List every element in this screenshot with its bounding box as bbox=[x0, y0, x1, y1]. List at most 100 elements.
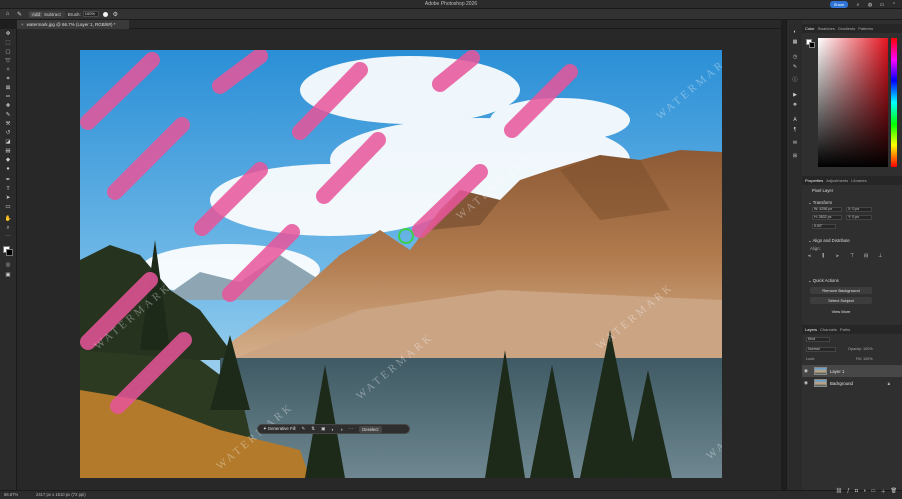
brush-size-field[interactable]: 100% bbox=[82, 11, 99, 17]
hue-slider[interactable] bbox=[891, 38, 897, 167]
layer-row[interactable]: ◉ Layer 1 bbox=[802, 365, 902, 377]
mask-icon[interactable]: ◘ bbox=[855, 488, 858, 496]
tab-gradients[interactable]: Gradients bbox=[838, 26, 855, 31]
fill-icon[interactable]: ◑ bbox=[340, 427, 343, 432]
brush-settings-icon[interactable]: ✎ bbox=[791, 64, 799, 71]
generative-fill-button[interactable]: ✦ Generative Fill bbox=[263, 426, 296, 432]
more-tools-icon[interactable]: ⋯ bbox=[3, 234, 13, 241]
width-field[interactable]: W: 4256 px bbox=[812, 207, 842, 212]
clone-stamp-tool-icon[interactable]: ⚒ bbox=[3, 121, 13, 128]
history-icon[interactable]: ◷ bbox=[791, 54, 799, 61]
align-distribute-label[interactable]: ⌄ Align and Distribute bbox=[808, 238, 850, 244]
libraries-icon[interactable]: ▦ bbox=[791, 39, 799, 46]
mode-subtract-button[interactable]: Subtract bbox=[42, 12, 63, 17]
tab-libraries[interactable]: Libraries bbox=[851, 178, 866, 183]
fill-control[interactable]: Fill: 100% bbox=[856, 357, 873, 361]
paragraph-icon[interactable]: ¶ bbox=[791, 127, 799, 134]
navigator-icon[interactable]: ⊞ bbox=[791, 153, 799, 160]
move-tool-icon[interactable]: ✥ bbox=[3, 31, 13, 38]
selection-mode-toggle[interactable]: Add Subtract bbox=[28, 10, 65, 18]
align-center-h-icon[interactable]: ⫼ bbox=[822, 253, 829, 259]
new-layer-icon[interactable]: ＋ bbox=[881, 488, 886, 496]
remove-background-button[interactable]: Remove Background bbox=[810, 287, 872, 294]
eyedropper-tool-icon[interactable]: ✑ bbox=[3, 94, 13, 101]
adjustment-icon[interactable]: ◑ bbox=[863, 488, 866, 496]
quick-actions-label[interactable]: ⌄ Quick Actions bbox=[808, 278, 839, 284]
tab-color[interactable]: Color bbox=[805, 26, 815, 31]
align-left-icon[interactable]: ⫷ bbox=[808, 253, 815, 259]
pen-tool-icon[interactable]: ✒ bbox=[3, 177, 13, 184]
path-select-tool-icon[interactable]: ➤ bbox=[3, 195, 13, 202]
gradient-tool-icon[interactable]: ▤ bbox=[3, 148, 13, 155]
y-field[interactable]: Y: 0 px bbox=[846, 215, 872, 220]
eraser-tool-icon[interactable]: ◪ bbox=[3, 139, 13, 146]
learn-icon[interactable]: ◐ bbox=[791, 29, 799, 36]
tab-properties[interactable]: Properties bbox=[805, 178, 823, 183]
deselect-button[interactable]: Deselect bbox=[359, 425, 382, 433]
tab-channels[interactable]: Channels bbox=[820, 327, 837, 332]
quick-mask-icon[interactable]: ◎ bbox=[3, 262, 13, 269]
canvas-area[interactable]: WATERMARK WATERMARK WATERMARK WATERMARK … bbox=[17, 29, 781, 490]
align-bottom-icon[interactable]: ⊥ bbox=[878, 253, 885, 259]
visibility-eye-icon[interactable]: ◉ bbox=[804, 368, 812, 374]
workspace-icon[interactable]: ▭ bbox=[878, 1, 886, 9]
home-icon[interactable]: ⌂ bbox=[3, 10, 12, 19]
document-tab[interactable]: × watermark.jpg @ 66.7% (Layer 1, RGB/8#)… bbox=[17, 20, 129, 29]
spot-heal-tool-icon[interactable]: ✚ bbox=[3, 103, 13, 110]
tab-layers[interactable]: Layers bbox=[805, 327, 817, 332]
dodge-tool-icon[interactable]: ● bbox=[3, 166, 13, 173]
zoom-tool-icon[interactable]: ⌕ bbox=[3, 225, 13, 232]
x-field[interactable]: X: 0 px bbox=[846, 207, 872, 212]
align-top-icon[interactable]: ⊤ bbox=[850, 253, 857, 259]
rectangle-tool-icon[interactable]: ▭ bbox=[3, 204, 13, 211]
layer-filter-kind[interactable]: Kind bbox=[806, 337, 830, 342]
marquee-tool-icon[interactable]: ▢ bbox=[3, 49, 13, 56]
discover-icon[interactable]: ◍ bbox=[866, 1, 874, 9]
brush-preview-icon[interactable] bbox=[102, 11, 108, 17]
more-icon[interactable]: ⋯ bbox=[349, 426, 354, 432]
panel-background-swatch[interactable] bbox=[809, 42, 815, 48]
transform-label[interactable]: ⌄ Transform bbox=[808, 200, 832, 206]
actions-icon[interactable]: ▶ bbox=[791, 92, 799, 99]
mode-add-button[interactable]: Add bbox=[30, 11, 43, 17]
artboard-tool-icon[interactable]: ⬚ bbox=[3, 40, 13, 47]
tab-patterns[interactable]: Patterns bbox=[858, 26, 873, 31]
adjust-icon[interactable]: ⇅ bbox=[311, 426, 315, 432]
link-icon[interactable]: ⛓ bbox=[836, 488, 842, 496]
visibility-eye-icon[interactable]: ◉ bbox=[804, 380, 812, 386]
tab-paths[interactable]: Paths bbox=[840, 327, 850, 332]
mask-icon[interactable]: ▣ bbox=[321, 426, 325, 432]
blur-tool-icon[interactable]: ◆ bbox=[3, 157, 13, 164]
select-subject-button[interactable]: Select Subject bbox=[810, 297, 872, 304]
crop-tool-icon[interactable]: ⌗ bbox=[3, 76, 13, 83]
document-info[interactable]: 2417 px x 1610 px (72 ppi) bbox=[36, 491, 86, 499]
screen-mode-icon[interactable]: ▣ bbox=[3, 272, 13, 279]
view-more-button[interactable]: View More bbox=[810, 308, 872, 315]
angle-field[interactable]: 0.00° bbox=[812, 224, 836, 229]
brush-icon[interactable]: ✎ bbox=[302, 426, 306, 432]
lock-icon[interactable]: 🔒︎ bbox=[888, 381, 890, 386]
styles-icon[interactable]: ❖ bbox=[791, 102, 799, 109]
fx-icon[interactable]: ƒ bbox=[847, 488, 850, 496]
trash-icon[interactable]: 🗑︎ bbox=[891, 488, 897, 496]
tab-swatches[interactable]: Swatches bbox=[818, 26, 835, 31]
history-brush-tool-icon[interactable]: ↺ bbox=[3, 130, 13, 137]
opacity-control[interactable]: Opacity: 100% bbox=[848, 347, 873, 351]
height-field[interactable]: H: 2832 px bbox=[812, 215, 842, 220]
document-canvas[interactable]: WATERMARK WATERMARK WATERMARK WATERMARK … bbox=[80, 50, 722, 478]
zoom-level[interactable]: 66.67% bbox=[4, 491, 18, 499]
brush-tool-icon[interactable]: ✎ bbox=[3, 112, 13, 119]
group-icon[interactable]: ▭ bbox=[871, 488, 876, 496]
photo-scene[interactable]: WATERMARK WATERMARK WATERMARK WATERMARK … bbox=[80, 50, 722, 478]
settings-icon[interactable]: ⚙ bbox=[111, 10, 120, 19]
hand-tool-icon[interactable]: ✋ bbox=[3, 216, 13, 223]
object-select-tool-icon[interactable]: ✧ bbox=[3, 67, 13, 74]
collapse-icon[interactable]: ⌃ bbox=[890, 1, 898, 9]
align-middle-icon[interactable]: ⊟ bbox=[864, 253, 871, 259]
blend-mode-select[interactable]: Normal bbox=[806, 347, 836, 352]
invert-icon[interactable]: ◐ bbox=[331, 427, 334, 432]
layer-name[interactable]: Background bbox=[830, 381, 853, 386]
brush-tool-icon[interactable]: ✎ bbox=[15, 10, 24, 19]
notes-icon[interactable]: ✉ bbox=[791, 140, 799, 147]
tab-adjustments[interactable]: Adjustments bbox=[826, 178, 848, 183]
